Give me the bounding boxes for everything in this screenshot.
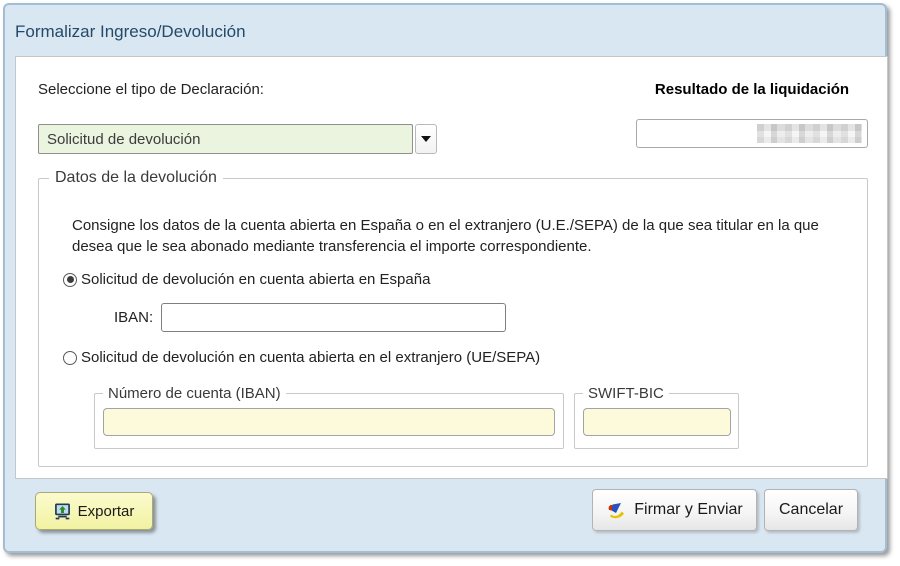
foreign-account-legend: Número de cuenta (IBAN) bbox=[103, 385, 286, 402]
iban-row: IBAN: bbox=[114, 303, 506, 332]
refund-instructions-text: Consigne los datos de la cuenta abierta … bbox=[72, 215, 854, 257]
swift-bic-input[interactable] bbox=[583, 408, 731, 436]
form-panel: Seleccione el tipo de Declaración: Solic… bbox=[15, 56, 888, 479]
cancel-button[interactable]: Cancelar bbox=[764, 489, 858, 531]
refund-data-legend: Datos de la devolución bbox=[49, 169, 223, 187]
radio-button-foreign-icon[interactable] bbox=[63, 351, 77, 365]
chevron-down-icon bbox=[421, 136, 431, 142]
declaration-type-dropdown-button[interactable] bbox=[415, 124, 437, 154]
export-computer-icon bbox=[54, 503, 71, 520]
radio-button-spain-icon[interactable] bbox=[63, 273, 77, 287]
liquidation-result-label: Resultado de la liquidación bbox=[636, 81, 868, 98]
radio-option-spain[interactable]: Solicitud de devolución en cuenta abiert… bbox=[63, 271, 430, 288]
signature-swoosh-icon bbox=[606, 501, 627, 520]
page-title: Formalizar Ingreso/Devolución bbox=[15, 22, 246, 42]
radio-option-foreign[interactable]: Solicitud de devolución en cuenta abiert… bbox=[63, 349, 540, 366]
redacted-amount-value bbox=[757, 124, 862, 143]
cancel-button-label: Cancelar bbox=[779, 501, 843, 519]
foreign-account-fieldset: Número de cuenta (IBAN) bbox=[94, 385, 564, 449]
export-button[interactable]: Exportar bbox=[35, 492, 153, 530]
iban-input[interactable] bbox=[161, 303, 506, 332]
refund-data-fieldset: Datos de la devolución Consigne los dato… bbox=[38, 169, 868, 467]
footer-button-bar: Exportar Firmar y Enviar Cancelar bbox=[5, 489, 885, 537]
iban-label: IBAN: bbox=[114, 309, 153, 326]
liquidation-result-field bbox=[636, 119, 868, 148]
swift-bic-fieldset: SWIFT-BIC bbox=[574, 385, 739, 449]
foreign-iban-input[interactable] bbox=[103, 408, 555, 436]
sign-and-send-button-label: Firmar y Enviar bbox=[634, 501, 742, 519]
swift-bic-legend: SWIFT-BIC bbox=[583, 385, 669, 402]
radio-option-spain-label: Solicitud de devolución en cuenta abiert… bbox=[81, 271, 430, 288]
export-button-label: Exportar bbox=[78, 503, 135, 520]
declaration-type-select[interactable]: Solicitud de devolución bbox=[38, 124, 413, 154]
radio-option-foreign-label: Solicitud de devolución en cuenta abiert… bbox=[81, 349, 540, 366]
declaration-type-label: Seleccione el tipo de Declaración: bbox=[38, 81, 264, 98]
sign-and-send-button[interactable]: Firmar y Enviar bbox=[592, 489, 757, 531]
dialog-window: Formalizar Ingreso/Devolución Seleccione… bbox=[3, 3, 887, 553]
